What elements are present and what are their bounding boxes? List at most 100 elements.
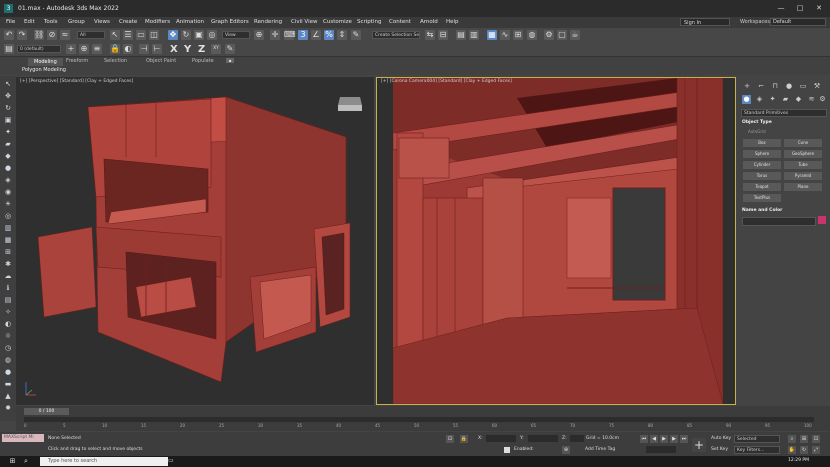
time-slider[interactable]: 0 / 100 <box>24 408 69 415</box>
object-color-swatch[interactable] <box>818 216 826 224</box>
shapes-category-icon[interactable]: ◈ <box>755 95 764 104</box>
key-filters-button[interactable]: Key Filters... <box>734 446 780 454</box>
z-coord-field[interactable] <box>570 435 584 442</box>
ribbon-panel-label[interactable]: Polygon Modeling <box>22 67 66 73</box>
axis-z-button[interactable]: Z <box>198 44 205 55</box>
viewport-perspective[interactable]: [+] [Perspective] [Standard] [Clay + Edg… <box>16 77 374 405</box>
palette-icon[interactable]: ◐ <box>4 320 12 328</box>
go-to-start-icon[interactable]: ⏮ <box>640 435 648 443</box>
info-icon[interactable]: ℹ <box>4 284 12 292</box>
selection-lock-icon[interactable]: 🔒 <box>460 435 468 443</box>
spacewarp-icon[interactable]: ◉ <box>4 188 12 196</box>
next-frame-icon[interactable]: ▶ <box>670 435 678 443</box>
material-editor-icon[interactable]: ◍ <box>527 30 537 40</box>
scale-tool-icon[interactable]: ▣ <box>4 116 12 124</box>
tube-button[interactable]: Tube <box>784 161 822 169</box>
cameras-category-icon[interactable]: ▰ <box>781 95 790 104</box>
zoom-all-icon[interactable]: ⊞ <box>800 435 808 443</box>
key-set-dropdown[interactable]: Selected <box>734 435 780 443</box>
menu-civil-view[interactable]: Civil View <box>291 19 317 25</box>
object-type-header[interactable]: Object Type <box>742 120 772 125</box>
create-layer-icon[interactable]: + <box>66 44 76 54</box>
search-icon[interactable]: ⌕ <box>24 457 33 466</box>
layer-list-icon[interactable]: ▤ <box>4 44 14 54</box>
geometry-category-icon[interactable]: ● <box>742 95 751 104</box>
menu-rendering[interactable]: Rendering <box>254 19 282 25</box>
current-frame-field[interactable] <box>646 446 676 453</box>
prev-frame-icon[interactable]: ◀ <box>650 435 658 443</box>
maxscript-listener[interactable]: MAXScript Mi <box>2 434 44 442</box>
helper-icon[interactable]: ◆ <box>4 152 12 160</box>
select-move-icon[interactable]: ✥ <box>168 30 178 40</box>
geosphere-button[interactable]: GeoSphere <box>784 150 822 158</box>
menu-views[interactable]: Views <box>94 19 110 25</box>
light-icon[interactable]: ✦ <box>4 128 12 136</box>
tag-icon[interactable]: ⊕ <box>562 446 570 454</box>
settings-icon[interactable]: ✹ <box>4 404 12 412</box>
menu-customize[interactable]: Customize <box>323 19 352 25</box>
axis-x-button[interactable]: X <box>170 44 178 55</box>
add-to-layer-icon[interactable]: ⊕ <box>79 44 89 54</box>
spacewarps-category-icon[interactable]: ≋ <box>807 95 816 104</box>
layer-dropdown[interactable]: 0 (default) <box>17 45 61 53</box>
primitive-category-dropdown[interactable]: Standard Primitives <box>741 109 827 117</box>
task-view-icon[interactable]: ▭ <box>168 457 177 466</box>
manipulate-icon[interactable]: ✛ <box>270 30 280 40</box>
ribbon-options-icon[interactable]: ▪ <box>226 58 234 63</box>
cloud-icon[interactable]: ☁ <box>4 272 12 280</box>
maximize-icon[interactable]: □ <box>795 4 805 13</box>
name-and-color-header[interactable]: Name and Color <box>742 208 782 213</box>
menu-group[interactable]: Group <box>68 19 85 25</box>
menu-help[interactable]: Help <box>446 19 459 25</box>
bulb-icon[interactable]: ☀ <box>4 200 12 208</box>
tab-modeling[interactable]: Modeling <box>28 58 63 66</box>
menu-modifiers[interactable]: Modifiers <box>145 19 170 25</box>
taskbar-search-input[interactable]: Type here to search <box>40 457 168 466</box>
add-time-tag-button[interactable]: Add Time Tag <box>585 447 615 452</box>
pyramid-button[interactable]: Pyramid <box>784 172 822 180</box>
toggle-scene-explorer-icon[interactable]: ▤ <box>456 30 466 40</box>
geometry-icon[interactable]: ● <box>4 164 12 172</box>
cone-button[interactable]: Cone <box>784 139 822 147</box>
y-coord-field[interactable] <box>528 435 558 442</box>
render-icon[interactable]: ◍ <box>4 356 12 364</box>
autogrid-checkbox[interactable]: AutoGrid <box>748 129 766 134</box>
ribbon-toggle-icon[interactable]: ▦ <box>487 30 497 40</box>
teapot-button[interactable]: Teapot <box>743 183 781 191</box>
sphere-button[interactable]: Sphere <box>743 150 781 158</box>
mirror-icon[interactable]: ⇆ <box>425 30 435 40</box>
axis-xy-button[interactable]: XY <box>211 44 221 54</box>
lock-selection-icon[interactable]: 🔒 <box>110 44 120 54</box>
utilities-tab-icon[interactable]: ⚒ <box>812 82 822 90</box>
menu-file[interactable]: File <box>6 19 15 25</box>
target-icon[interactable]: ◎ <box>4 212 12 220</box>
set-key-big-icon[interactable]: + <box>692 438 706 452</box>
minimize-icon[interactable]: — <box>776 4 786 13</box>
tab-object-paint[interactable]: Object Paint <box>146 58 176 64</box>
go-to-end-icon[interactable]: ⏭ <box>680 435 688 443</box>
layer-manager-icon[interactable]: ≡ <box>92 44 102 54</box>
layers-icon[interactable]: ▥ <box>4 224 12 232</box>
select-rotate-icon[interactable]: ↻ <box>181 30 191 40</box>
box-button[interactable]: Box <box>743 139 781 147</box>
isolate-toggle-icon[interactable]: ⊡ <box>446 435 454 443</box>
axis-y-button[interactable]: Y <box>184 44 191 55</box>
viewport-camera[interactable]: [+] [Corona Camera004] [Standard] [Clay … <box>376 77 736 405</box>
orbit-icon[interactable]: ↻ <box>800 446 808 454</box>
named-selection-dropdown[interactable]: Create Selection Se <box>372 31 420 39</box>
selection-region-icon[interactable]: ▭ <box>136 30 146 40</box>
select-object-icon[interactable]: ↖ <box>110 30 120 40</box>
shape-icon[interactable]: ◈ <box>4 176 12 184</box>
floor-icon[interactable]: ▬ <box>4 380 12 388</box>
rendered-frame-window-icon[interactable]: ▢ <box>557 30 567 40</box>
timeline[interactable]: 0 / 100 0 5 10 15 20 25 30 35 40 45 50 55 60 65 70 75 80… <box>16 406 830 431</box>
menu-graph-editors[interactable]: Graph Editors <box>211 19 249 25</box>
rotate-tool-icon[interactable]: ↻ <box>4 104 12 112</box>
link-icon[interactable]: ⛓ <box>34 30 44 40</box>
tab-freeform[interactable]: Freeform <box>66 58 88 64</box>
textplus-button[interactable]: TextPlus <box>743 194 781 202</box>
maximize-viewport-icon[interactable]: ⤢ <box>812 446 820 454</box>
object-name-field[interactable] <box>742 217 816 226</box>
clock-icon[interactable]: ◷ <box>4 344 12 352</box>
display-tab-icon[interactable]: ▭ <box>798 82 808 90</box>
